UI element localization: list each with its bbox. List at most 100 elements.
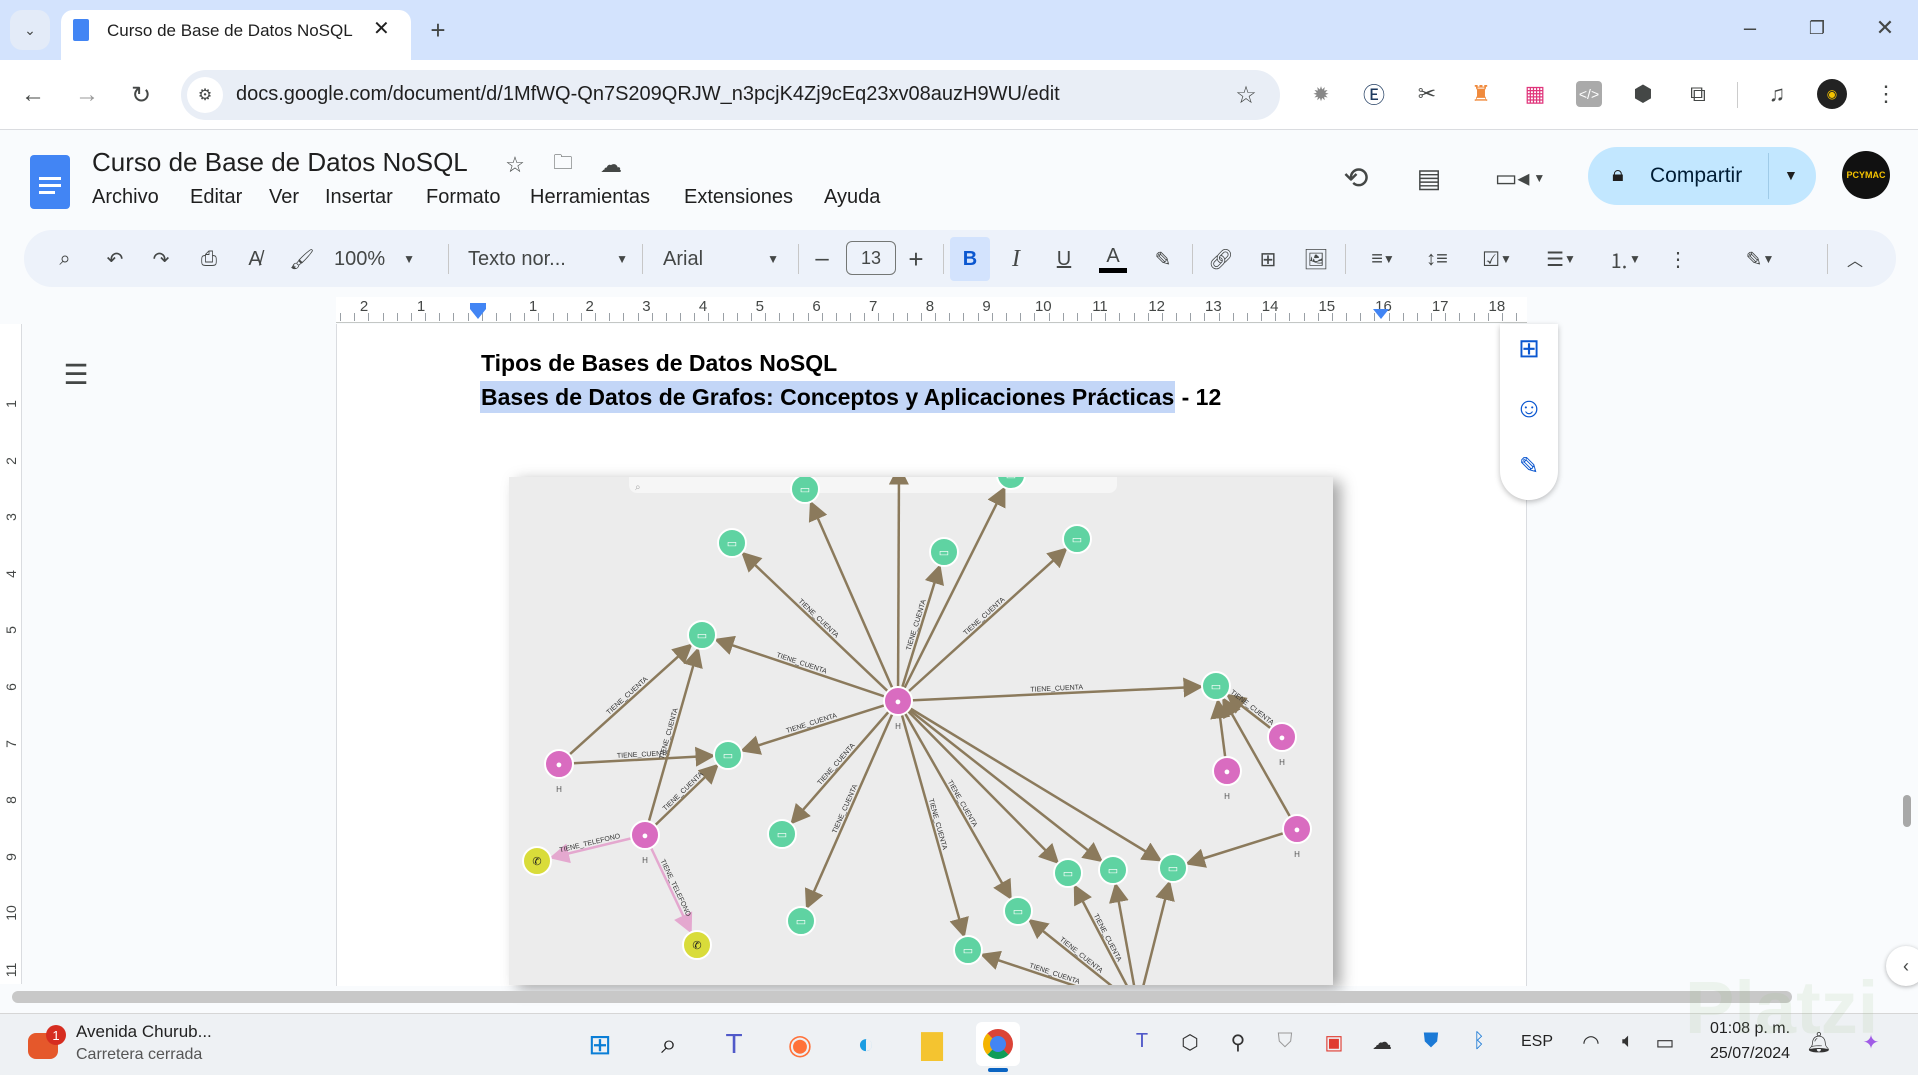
insert-image-icon[interactable]: 🖼︎ xyxy=(1301,243,1331,275)
share-dropdown-icon[interactable]: ▼ xyxy=(1784,167,1798,183)
browser-menu-icon[interactable]: ⋮ xyxy=(1872,78,1900,110)
tray-bluetooth-icon[interactable]: ᛒ xyxy=(1464,1030,1494,1053)
start-windows-icon[interactable]: ⊞ xyxy=(578,1022,622,1066)
horizontal-scrollbar[interactable] xyxy=(12,991,1792,1003)
tab-close-icon[interactable]: ✕ xyxy=(373,16,390,41)
highlight-color-icon[interactable]: ✎ xyxy=(1148,243,1178,275)
menu-insertar[interactable]: Insertar xyxy=(325,186,393,209)
bookmark-star-icon[interactable]: ☆ xyxy=(1228,77,1264,113)
tray-usb-icon[interactable]: ⚲ xyxy=(1223,1030,1253,1055)
tab-search-chevron-icon[interactable]: ⌄ xyxy=(10,10,50,50)
tray-onedrive-icon[interactable]: ☁ xyxy=(1367,1030,1397,1055)
underline-button[interactable]: U xyxy=(1050,243,1078,275)
star-icon[interactable]: ☆ xyxy=(500,150,530,180)
close-window-icon[interactable]: ✕ xyxy=(1865,10,1905,46)
edge-icon[interactable]: ◐ xyxy=(844,1022,888,1066)
checklist-select[interactable]: ☑ ▼ xyxy=(1472,243,1522,275)
address-bar[interactable]: ⚙ docs.google.com/document/d/1MfWQ-Qn7S2… xyxy=(181,70,1280,120)
traffic-notification-icon[interactable]: 1 xyxy=(28,1025,66,1063)
bulleted-list-select[interactable]: ☰ ▼ xyxy=(1536,243,1586,275)
hide-menus-icon[interactable]: ︿ xyxy=(1840,243,1870,275)
chrome-icon[interactable] xyxy=(976,1022,1020,1066)
notification-title[interactable]: Avenida Churub... xyxy=(76,1022,212,1042)
tray-shield-icon[interactable]: ⛉ xyxy=(1270,1030,1300,1053)
paragraph-style-select[interactable]: Texto nor... ▼ xyxy=(468,243,628,275)
docs-logo-icon[interactable] xyxy=(30,155,70,209)
increase-font-size-button[interactable]: + xyxy=(902,243,930,275)
forward-icon[interactable]: → xyxy=(70,78,104,112)
tray-defender-icon[interactable]: ⛊ xyxy=(1416,1030,1446,1053)
align-select[interactable]: ≡ ▼ xyxy=(1360,243,1406,275)
menu-ayuda[interactable]: Ayuda xyxy=(824,186,880,209)
menu-extensiones[interactable]: Extensiones xyxy=(684,186,793,209)
vertical-scrollbar-thumb[interactable] xyxy=(1903,795,1911,827)
numbered-list-select[interactable]: ⒈ ▼ xyxy=(1600,243,1650,275)
redo-icon[interactable]: ↷ xyxy=(146,243,176,275)
move-folder-icon[interactable]: 🗀 xyxy=(548,150,578,180)
minimize-icon[interactable]: – xyxy=(1730,10,1770,46)
browser-tab[interactable]: Curso de Base de Datos NoSQL ✕ xyxy=(61,10,411,60)
menu-formato[interactable]: Formato xyxy=(426,186,500,209)
font-size-input[interactable]: 13 xyxy=(846,241,896,275)
media-control-icon[interactable]: ♫ xyxy=(1761,78,1793,110)
menu-archivo[interactable]: Archivo xyxy=(92,186,159,209)
left-indent-marker[interactable] xyxy=(470,309,486,319)
profile-avatar[interactable]: ◉ xyxy=(1817,79,1847,109)
text-color-button[interactable]: A xyxy=(1098,243,1128,275)
side-panel-toggle-icon[interactable]: ‹ xyxy=(1886,946,1918,986)
volume-icon[interactable]: 🔈︎ xyxy=(1613,1030,1643,1053)
account-avatar[interactable]: PCYMAC xyxy=(1842,151,1890,199)
comments-icon[interactable]: ▤ xyxy=(1409,158,1449,198)
restore-icon[interactable]: ❐ xyxy=(1797,10,1837,46)
version-history-icon[interactable]: ⟲ xyxy=(1336,158,1376,198)
document-title[interactable]: Curso de Base de Datos NoSQL xyxy=(92,147,468,178)
tray-p-icon[interactable]: ▣ xyxy=(1319,1030,1349,1055)
menu-herramientas[interactable]: Herramientas xyxy=(530,186,650,209)
emoji-reaction-icon[interactable]: ☺ xyxy=(1513,392,1545,424)
graph-database-image[interactable]: ⌕ TIENE_CUENTA TIENE_CUENTA TIENE_CUENTA TI… xyxy=(509,477,1333,985)
undo-icon[interactable]: ↶ xyxy=(100,243,130,275)
menu-editar[interactable]: Editar xyxy=(190,186,242,209)
italic-button[interactable]: I xyxy=(1002,243,1030,275)
notification-subtitle[interactable]: Carretera cerrada xyxy=(76,1046,202,1064)
vertical-ruler[interactable] xyxy=(0,324,22,984)
taskbar-search-icon[interactable]: ⌕ xyxy=(647,1022,691,1066)
menu-ver[interactable]: Ver xyxy=(269,186,299,209)
insert-link-icon[interactable]: 🔗︎ xyxy=(1206,243,1236,275)
document-outline-icon[interactable]: ☰ xyxy=(58,356,94,392)
add-comment-icon[interactable]: ⊞ xyxy=(1253,243,1283,275)
spellcheck-icon[interactable]: A̸ xyxy=(240,243,270,275)
extension-hex-icon[interactable]: ⬢ xyxy=(1627,78,1659,110)
file-explorer-icon[interactable]: ▇ xyxy=(910,1022,954,1066)
tray-teams-icon[interactable]: T xyxy=(1127,1030,1157,1053)
extension-tool-icon[interactable]: ✂ xyxy=(1411,78,1443,110)
font-select[interactable]: Arial ▼ xyxy=(663,243,779,275)
document-subheading[interactable]: Bases de Datos de Grafos: Conceptos y Ap… xyxy=(480,381,1221,413)
extension-orange-icon[interactable]: ♜ xyxy=(1465,78,1497,110)
document-heading[interactable]: Tipos de Bases de Datos NoSQL xyxy=(481,350,837,377)
more-options-icon[interactable]: ⋮ xyxy=(1666,243,1690,275)
extension-code-icon[interactable]: </> xyxy=(1576,81,1602,107)
right-indent-marker[interactable] xyxy=(1373,309,1389,319)
wifi-icon[interactable]: ◠ xyxy=(1576,1030,1606,1055)
editing-mode-select[interactable]: ✎ ▼ xyxy=(1735,243,1785,275)
new-tab-icon[interactable]: + xyxy=(420,12,456,48)
language-indicator[interactable]: ESP xyxy=(1521,1033,1553,1051)
bold-button[interactable]: B xyxy=(950,237,990,281)
teams-icon[interactable]: T xyxy=(712,1022,756,1066)
line-spacing-icon[interactable]: ↕≡ xyxy=(1422,243,1452,275)
firefox-icon[interactable]: ◉ xyxy=(778,1022,822,1066)
add-comment-icon[interactable]: ⊞ xyxy=(1513,332,1545,364)
decrease-font-size-button[interactable]: – xyxy=(808,243,836,275)
extension-bug-icon[interactable]: ✹ xyxy=(1305,78,1337,110)
extension-grid-icon[interactable]: ▦ xyxy=(1519,78,1551,110)
battery-icon[interactable]: ▭ xyxy=(1650,1030,1680,1055)
tray-security-icon[interactable]: ⬡ xyxy=(1175,1030,1205,1055)
print-icon[interactable]: ⎙ xyxy=(194,243,224,275)
site-settings-icon[interactable]: ⚙ xyxy=(187,77,223,113)
extensions-puzzle-icon[interactable]: ⧉ xyxy=(1682,78,1714,110)
search-icon[interactable]: ⌕ xyxy=(50,243,80,275)
meet-video-icon[interactable]: ▭◂ ▼ xyxy=(1490,158,1550,198)
suggest-edits-icon[interactable]: ✎ xyxy=(1513,450,1545,482)
extension-e-icon[interactable]: Ⓔ xyxy=(1358,78,1390,110)
